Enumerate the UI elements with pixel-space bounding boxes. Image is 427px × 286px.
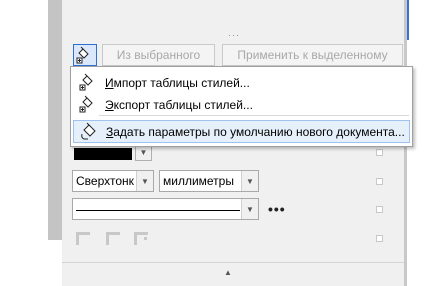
lock-checkbox[interactable] [376,149,383,156]
line-style-preview [73,208,241,211]
lock-checkbox[interactable] [376,178,383,185]
corner-style-icons [76,232,148,245]
units-select[interactable]: миллиметры ▼ [159,170,259,192]
left-docker-strip [48,0,62,240]
menu-item-export-stylesheet[interactable]: Экспорт таблицы стилей... [73,93,410,116]
chevron-down-icon: ▼ [241,171,258,191]
more-options-button[interactable]: ••• [268,201,286,217]
lock-checkbox[interactable] [376,235,383,242]
lock-checkbox[interactable] [376,206,383,213]
corner-bevel-icon [106,232,120,245]
drag-grip-icon[interactable]: ··· [228,31,244,40]
line-style-select[interactable]: ▼ [72,198,259,220]
section-divider [62,262,404,263]
scroll-up-icon[interactable]: ▲ [224,268,232,277]
line-width-value: Сверхтонк [76,174,134,188]
from-selected-label: Из выбранного [116,48,201,62]
menu-item-set-defaults[interactable]: Задать параметры по умолчанию нового док… [73,120,410,143]
import-stylesheet-icon [77,73,101,93]
set-defaults-icon [78,122,102,142]
styles-options-menu: Импорт таблицы стилей... Экспорт таблицы… [70,66,413,147]
menu-item-defaults-label: адать параметры по умолчанию нового доку… [113,124,405,139]
menu-item-import-label: мпорт таблицы стилей... [113,75,250,90]
menu-item-import-stylesheet[interactable]: Импорт таблицы стилей... [73,71,410,94]
line-width-select[interactable]: Сверхтонк ▼ [72,170,154,192]
menu-item-import-prefix: И [105,75,114,90]
corner-round-icon [76,232,90,245]
apply-to-selected-button[interactable]: Применить к выделенному [222,44,403,66]
apply-to-selected-label: Применить к выделенному [237,48,388,62]
outline-color-swatch[interactable] [74,148,132,160]
chevron-down-icon: ▼ [241,199,258,219]
chevron-down-icon: ▼ [136,171,153,191]
menu-item-export-label: кспорт таблицы стилей... [113,97,253,112]
units-value: миллиметры [163,174,234,188]
style-bucket-icon [76,46,89,64]
from-selected-button[interactable]: Из выбранного [102,44,215,66]
menu-item-export-prefix: Э [105,97,114,112]
style-options-button[interactable] [73,44,97,66]
menu-separator [99,115,409,116]
corner-miter-icon [134,232,148,245]
export-stylesheet-icon [77,95,101,115]
